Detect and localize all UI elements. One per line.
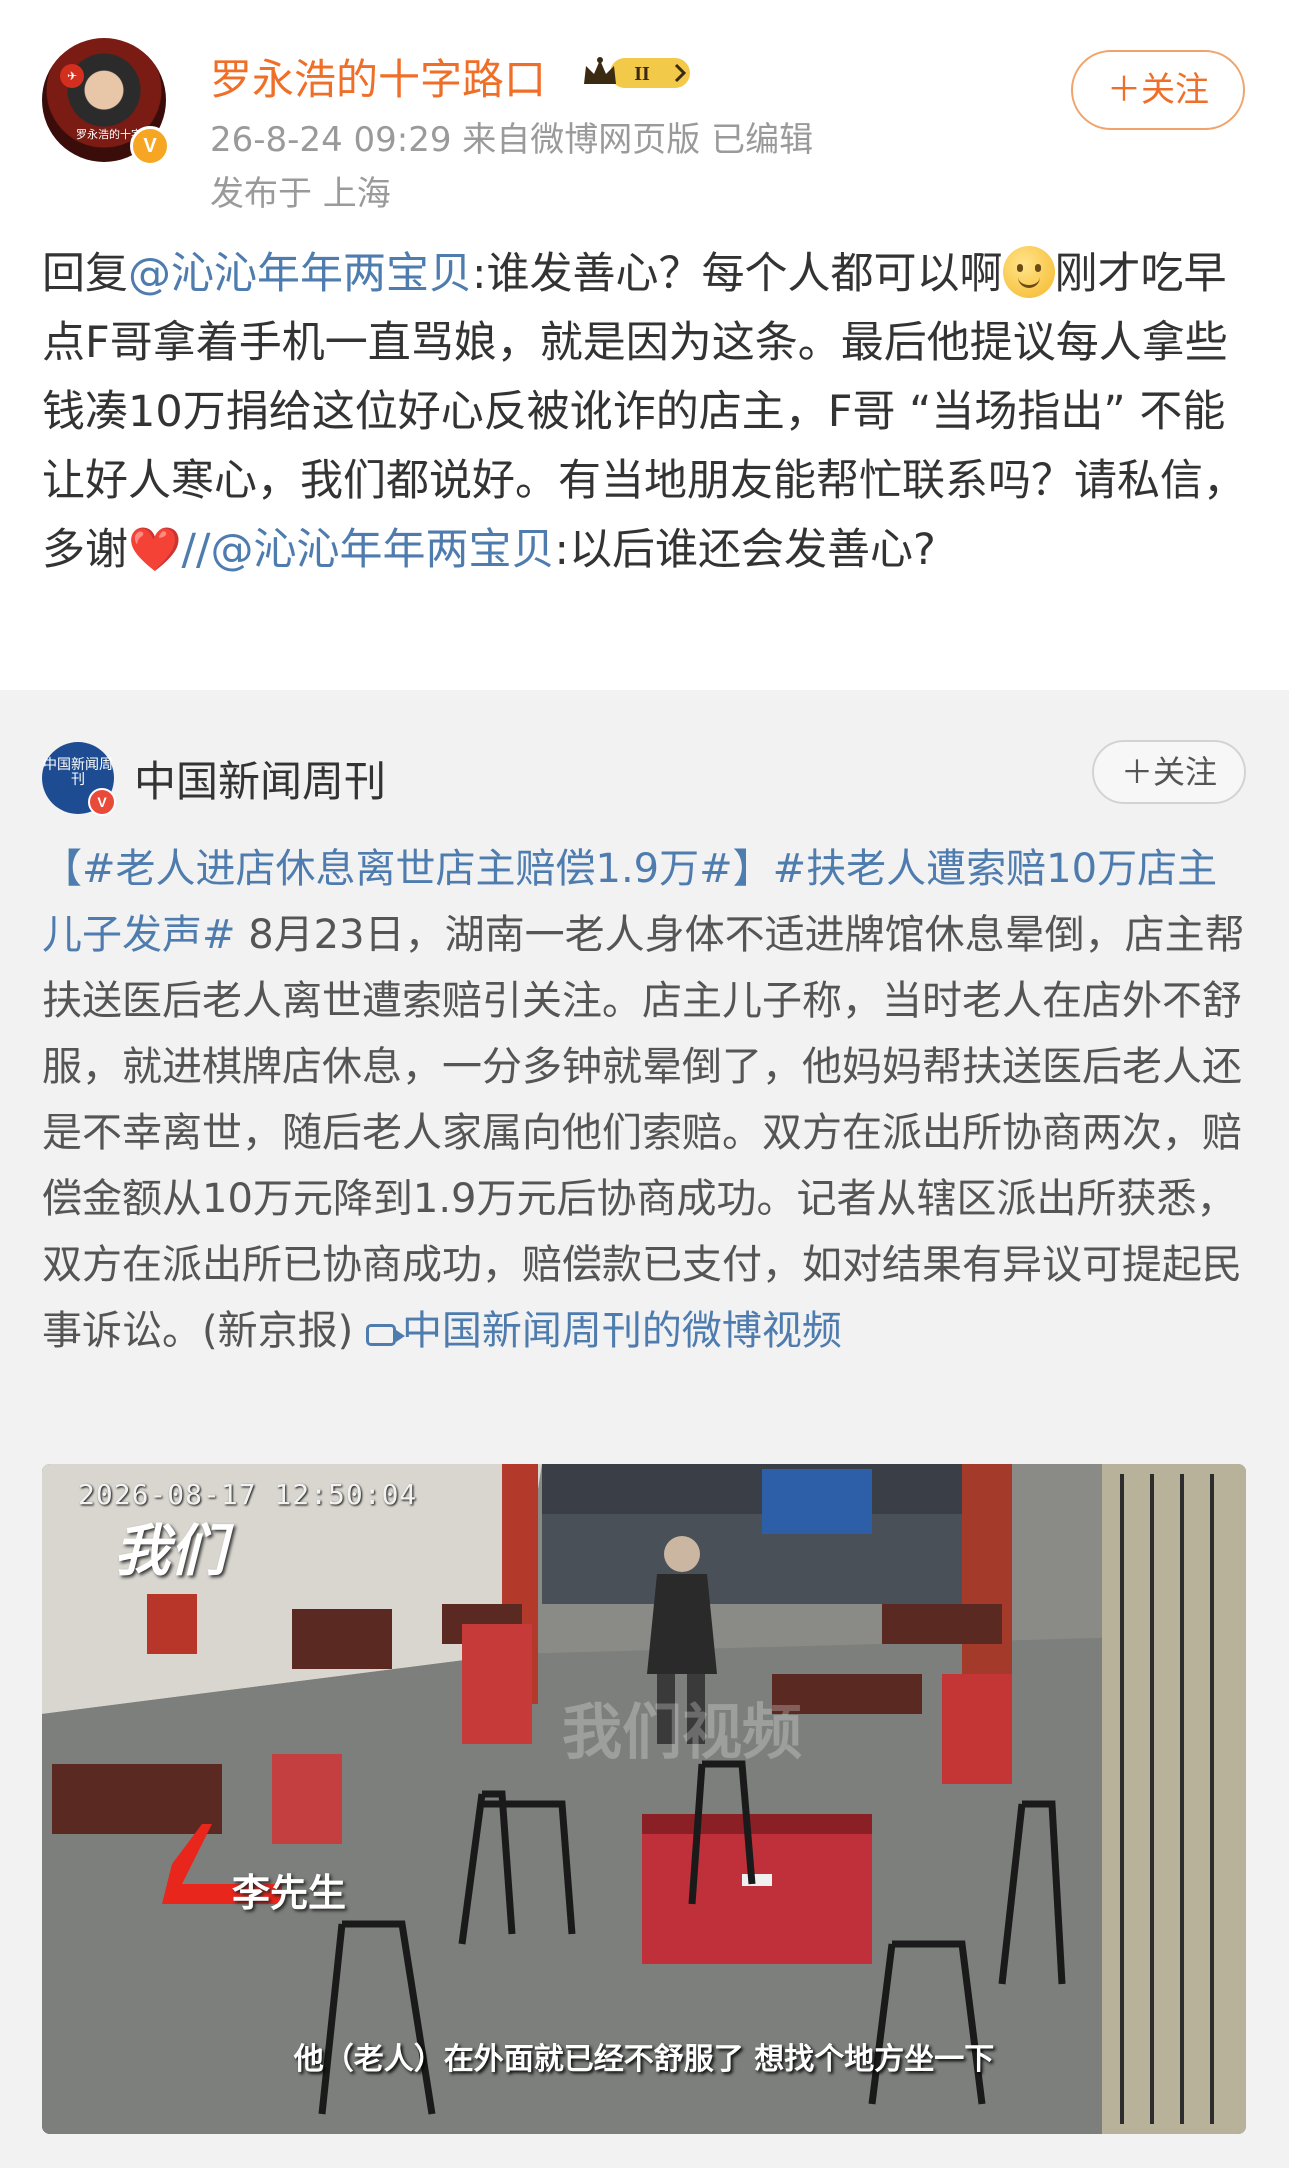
post-location: 发布于 上海 [210, 174, 391, 214]
username[interactable]: 罗永浩的十字路口 [210, 46, 546, 107]
mention-link[interactable]: @沁沁年年两宝贝 [128, 249, 472, 299]
smile-emoji-icon [1002, 246, 1055, 298]
level-badge-text: II [634, 63, 650, 85]
reply-prefix: 回复 [42, 249, 128, 299]
repost-account-name[interactable]: 中国新闻周刊 [134, 748, 386, 809]
video-player[interactable]: 2026-08-17 12:50:04 我们 我们视频 李先生 他（老人）在外面… [42, 1464, 1246, 2134]
body-text-3: :以后谁还会发善心? [554, 525, 936, 575]
verified-badge-icon: V [130, 126, 170, 166]
post-body: 回复@沁沁年年两宝贝:谁发善心？每个人都可以啊 刚才吃早点F哥拿着手机一直骂娘，就… [42, 240, 1252, 585]
mention-link-2[interactable]: @沁沁年年两宝贝 [211, 525, 555, 575]
hashtag-link-1[interactable]: 【#老人进店休息离世店主赔偿1.9万#】 [42, 846, 773, 892]
reposted-weibo[interactable]: 中国新闻周刊 V 中国新闻周刊 ＋关注 【#老人进店休息离世店主赔偿1.9万#】… [0, 690, 1289, 2168]
heart-emoji-icon: ❤️ [128, 525, 182, 575]
follow-button[interactable]: ＋关注 [1071, 50, 1245, 130]
video-speaker-label: 李先生 [232, 1871, 347, 1915]
body-text-1: :谁发善心？每个人都可以啊 [472, 249, 1003, 299]
video-channel-logo: 我们 [114, 1519, 226, 1584]
avatar-tag-icon: ✈ [60, 64, 84, 88]
video-subtitle: 他（老人）在外面就已经不舒服了 想找个地方坐一下 [293, 2042, 995, 2077]
video-link[interactable]: 中国新闻周刊的微博视频 [365, 1308, 842, 1354]
video-camera-icon [365, 1324, 405, 1346]
post-meta: 26-8-24 09:29 来自微博网页版 已编辑 [210, 120, 814, 160]
member-level-crown-icon[interactable]: II [580, 56, 692, 90]
video-watermark: 我们视频 [562, 1698, 802, 1768]
repost-body: 【#老人进店休息离世店主赔偿1.9万#】#扶老人遭索赔10万店主儿子发声# 8月… [42, 836, 1252, 1364]
weibo-post: ✈ 罗永浩的十字路口 V 罗永浩的十字路口 II 26-8-24 09:29 来… [0, 0, 1289, 690]
repost-body-text: 8月23日，湖南一老人身体不适进牌馆休息晕倒，店主帮扶送医后老人离世遭索赔引关注… [42, 912, 1245, 1354]
repost-follow-button[interactable]: ＋关注 [1092, 740, 1246, 804]
repost-verified-badge-icon: V [88, 788, 116, 816]
repost-separator: // [181, 525, 211, 575]
video-link-label: 中国新闻周刊的微博视频 [401, 1308, 842, 1354]
